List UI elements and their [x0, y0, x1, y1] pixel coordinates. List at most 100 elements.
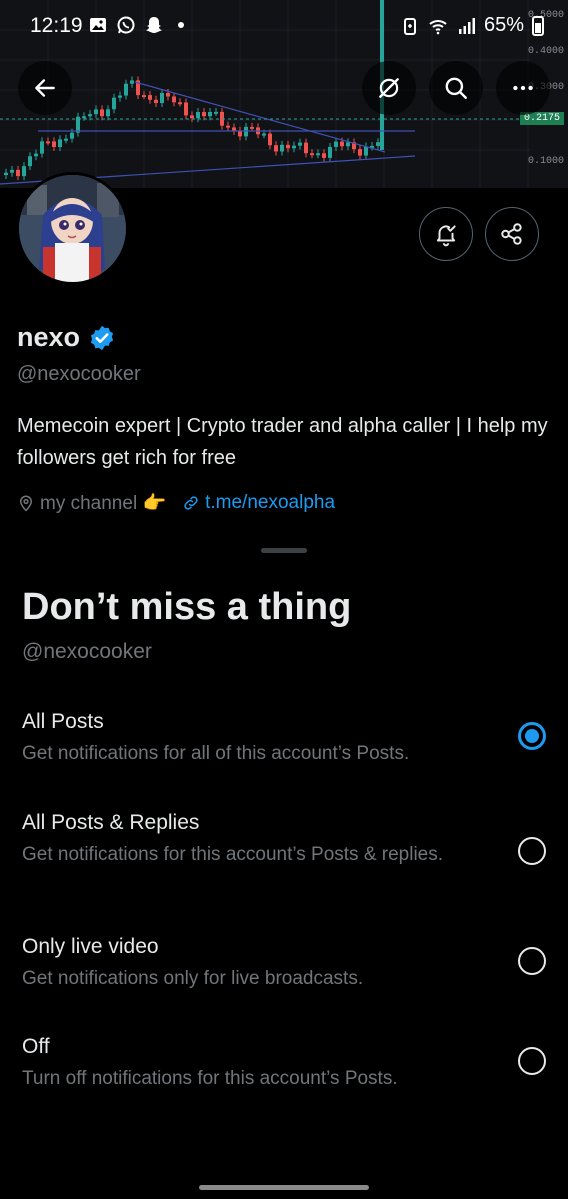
- candle-body: [154, 99, 158, 104]
- candle-body: [292, 145, 296, 149]
- more-icon: [513, 85, 533, 91]
- candle-body: [346, 142, 350, 147]
- candle-body: [142, 95, 146, 98]
- share-button[interactable]: [485, 207, 539, 261]
- candle-body: [22, 166, 26, 177]
- home-indicator[interactable]: [199, 1185, 369, 1190]
- candle-body: [202, 112, 206, 117]
- profile-link[interactable]: t.me/nexoalpha: [182, 492, 335, 514]
- candle-body: [4, 172, 8, 175]
- candle-body: [64, 138, 68, 141]
- radio-live-video[interactable]: [518, 947, 546, 975]
- gallery-icon: [88, 15, 108, 35]
- share-icon: [501, 223, 522, 245]
- candle-body: [334, 141, 338, 147]
- radio-all-posts[interactable]: [518, 722, 546, 750]
- profile-bio: Memecoin expert | Crypto trader and alph…: [17, 415, 548, 469]
- notification-dot: [178, 22, 184, 28]
- candle-body: [178, 102, 182, 105]
- option-title: All Posts & Replies: [22, 811, 200, 834]
- link-icon: [184, 496, 198, 510]
- candle-body: [322, 153, 326, 158]
- candle-body: [28, 156, 32, 167]
- candle-body: [274, 145, 278, 152]
- candle-body: [208, 112, 212, 117]
- back-button[interactable]: [18, 61, 72, 115]
- candle-body: [124, 83, 128, 96]
- signal-icon: [456, 16, 476, 36]
- candle-body: [184, 102, 188, 116]
- candle-body: [10, 169, 14, 173]
- profile-link-text[interactable]: t.me/nexoalpha: [205, 492, 335, 514]
- option-all-posts[interactable]: All Posts Get notifications for all of t…: [0, 710, 568, 800]
- candle-body: [190, 115, 194, 119]
- candle-body: [280, 144, 284, 152]
- candle-body: [376, 142, 380, 146]
- candle-body: [58, 139, 62, 148]
- battery-saver-icon: [400, 16, 420, 36]
- candle-body: [304, 142, 308, 154]
- search-icon: [445, 77, 467, 99]
- display-name: nexo: [17, 322, 116, 353]
- candle-body: [286, 144, 290, 149]
- sheet-subtitle: @nexocooker: [22, 640, 152, 663]
- candle-body: [166, 93, 170, 97]
- option-title: Only live video: [22, 935, 159, 958]
- trend-line: [134, 81, 386, 153]
- arrow-left-icon: [35, 79, 55, 97]
- price-tick: 0.1000: [527, 156, 564, 167]
- candle-body: [94, 109, 98, 115]
- candle-body: [82, 116, 86, 119]
- battery-icon: [532, 15, 544, 36]
- profile-location: my channel 👉: [40, 493, 167, 514]
- candle-body: [316, 153, 320, 156]
- candle-body: [46, 141, 50, 144]
- display-name-text: nexo: [17, 322, 81, 352]
- avatar-image: [19, 175, 126, 282]
- search-button[interactable]: [429, 61, 483, 115]
- candle-body: [52, 141, 56, 148]
- option-description: Get notifications only for live broadcas…: [22, 968, 364, 989]
- candle-body: [118, 95, 122, 98]
- candle-body: [106, 109, 110, 117]
- verified-badge-icon[interactable]: [88, 324, 116, 352]
- candle-body: [214, 111, 218, 114]
- notifications-button[interactable]: [419, 207, 473, 261]
- avatar[interactable]: [16, 172, 129, 285]
- whatsapp-icon: [116, 15, 136, 35]
- candle-body: [328, 146, 332, 158]
- option-description: Turn off notifications for this account’…: [22, 1068, 398, 1089]
- candle-body: [340, 141, 344, 147]
- candle-body: [262, 133, 266, 136]
- candle-body: [70, 132, 74, 139]
- candle-body: [40, 141, 44, 154]
- profile-handle: @nexocooker: [17, 363, 141, 385]
- sheet-drag-handle[interactable]: [261, 548, 307, 553]
- option-title: All Posts: [22, 710, 104, 733]
- radio-all-posts-replies[interactable]: [518, 837, 546, 865]
- status-bar: 12:19 65%: [0, 0, 568, 56]
- candle-body: [34, 153, 38, 157]
- candle-body: [226, 125, 230, 128]
- grok-button[interactable]: [362, 61, 416, 115]
- candle-body: [268, 133, 272, 146]
- candle-body: [88, 114, 92, 117]
- option-all-posts-replies[interactable]: All Posts & Replies Get notifications fo…: [0, 811, 568, 901]
- option-off[interactable]: Off Turn off notifications for this acco…: [0, 1035, 568, 1125]
- candle-body: [148, 95, 152, 100]
- bell-check-icon: [436, 225, 456, 247]
- radio-off[interactable]: [518, 1047, 546, 1075]
- grok-icon: [379, 78, 399, 98]
- notification-settings-sheet: Don’t miss a thing @nexocooker All Posts…: [0, 530, 568, 1199]
- option-title: Off: [22, 1035, 50, 1058]
- battery-percent: 65%: [483, 14, 524, 36]
- candle-body: [298, 142, 302, 146]
- option-live-video[interactable]: Only live video Get notifications only f…: [0, 935, 568, 1025]
- candle-body: [130, 80, 134, 84]
- profile-meta: my channel 👉 t.me/nexoalpha: [17, 491, 335, 515]
- candle-body: [364, 146, 368, 156]
- more-button[interactable]: [496, 61, 550, 115]
- status-time: 12:19: [30, 14, 83, 37]
- candle-body: [358, 149, 362, 156]
- option-description: Get notifications for all of this accoun…: [22, 743, 410, 764]
